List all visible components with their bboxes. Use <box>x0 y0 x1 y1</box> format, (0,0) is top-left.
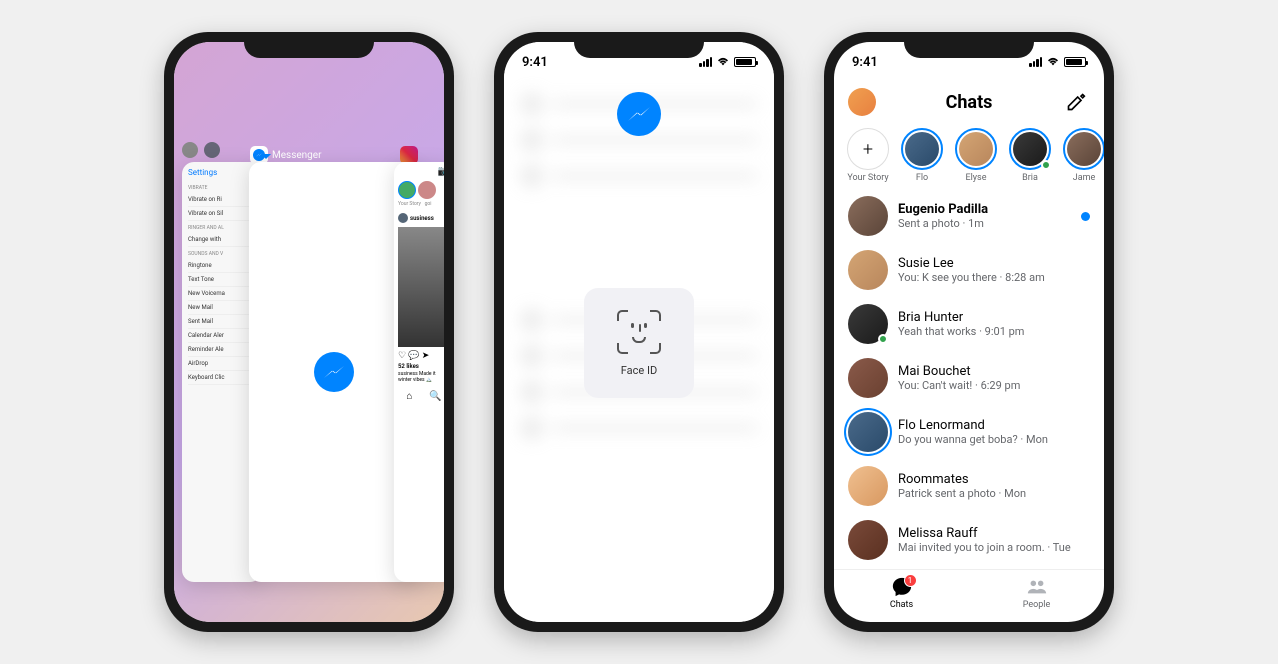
signal-icon <box>699 57 712 67</box>
app-card-instagram[interactable]: 📷 Your Story goi susiness ♡ 💬 ➤ 52 likes… <box>394 162 444 582</box>
home-icon[interactable]: ⌂ <box>406 391 412 402</box>
online-dot-icon <box>878 334 888 344</box>
instagram-post-image <box>398 227 444 347</box>
phone-faceid-lock: 9:41 Face ID <box>494 32 784 632</box>
wifi-icon <box>716 57 730 67</box>
settings-back[interactable]: Settings <box>188 168 256 177</box>
story-your-story[interactable]: + Your Story <box>846 128 890 183</box>
chat-preview: Sent a photo · 1m <box>898 217 1071 230</box>
chat-avatar <box>848 412 888 452</box>
chat-preview: Do you wanna get boba? · Mon <box>898 433 1090 446</box>
chat-name: Roommates <box>898 472 1090 487</box>
online-dot-icon <box>1041 160 1051 170</box>
story-item[interactable]: Flo <box>900 128 944 183</box>
dock-icons <box>182 142 220 158</box>
status-time: 9:41 <box>852 55 878 70</box>
chat-avatar <box>848 196 888 236</box>
battery-icon <box>734 57 756 67</box>
status-indicators <box>1029 57 1086 67</box>
unread-indicator-icon <box>1081 212 1090 221</box>
signal-icon <box>1029 57 1042 67</box>
status-indicators <box>699 57 756 67</box>
chat-name: Melissa Rauff <box>898 526 1090 541</box>
chat-name: Bria Hunter <box>898 310 1090 325</box>
chat-preview: Yeah that works · 9:01 pm <box>898 325 1090 338</box>
chat-avatar <box>848 520 888 560</box>
stories-row[interactable]: + Your Story Flo Elyse Bria Jame <box>834 122 1104 189</box>
chat-name: Susie Lee <box>898 256 1090 271</box>
camera-icon[interactable]: 📷 <box>398 166 444 177</box>
messenger-logo-icon <box>314 352 354 392</box>
chat-row[interactable]: Melissa RauffMai invited you to join a r… <box>834 513 1104 567</box>
phone-app-switcher: Messenger Settings VIBRATE Vibrate on Ri… <box>164 32 454 632</box>
search-icon[interactable]: 🔍 <box>429 391 441 402</box>
compose-icon <box>1066 92 1086 112</box>
notch <box>904 32 1034 58</box>
faceid-prompt: Face ID <box>584 288 694 398</box>
instagram-actions[interactable]: ♡ 💬 ➤ <box>398 351 444 361</box>
faceid-icon <box>617 310 661 354</box>
status-time: 9:41 <box>522 55 548 70</box>
phone-chats: 9:41 Chats + Your Story Flo Elyse Bria <box>824 32 1114 632</box>
chat-name: Flo Lenormand <box>898 418 1090 433</box>
chat-row[interactable]: Flo LenormandDo you wanna get boba? · Mo… <box>834 405 1104 459</box>
bottom-tabs: 1 Chats People <box>834 569 1104 622</box>
chat-bubble-icon: 1 <box>891 576 913 598</box>
notch <box>574 32 704 58</box>
compose-button[interactable] <box>1062 88 1090 116</box>
chat-row[interactable]: Mai BouchetYou: Can't wait! · 6:29 pm <box>834 351 1104 405</box>
faceid-label: Face ID <box>621 364 657 377</box>
wifi-icon <box>1046 57 1060 67</box>
page-title: Chats <box>946 92 993 113</box>
chat-preview: You: K see you there · 8:28 am <box>898 271 1090 284</box>
story-item[interactable]: Jame <box>1062 128 1104 183</box>
chat-preview: Mai invited you to join a room. · Tue <box>898 541 1090 554</box>
chat-avatar <box>848 466 888 506</box>
tab-people[interactable]: People <box>969 576 1104 610</box>
unread-badge: 1 <box>904 574 917 587</box>
messenger-logo-icon <box>617 92 661 136</box>
notch <box>244 32 374 58</box>
chat-row[interactable]: RoommatesPatrick sent a photo · Mon <box>834 459 1104 513</box>
story-item[interactable]: Elyse <box>954 128 998 183</box>
chat-row[interactable]: Eugenio PadillaSent a photo · 1m <box>834 189 1104 243</box>
battery-icon <box>1064 57 1086 67</box>
tab-chats[interactable]: 1 Chats <box>834 576 969 610</box>
chat-row[interactable]: Susie LeeYou: K see you there · 8:28 am <box>834 243 1104 297</box>
story-item[interactable]: Bria <box>1008 128 1052 183</box>
chat-name: Mai Bouchet <box>898 364 1090 379</box>
chat-preview: You: Can't wait! · 6:29 pm <box>898 379 1090 392</box>
plus-icon: + <box>847 128 889 170</box>
chat-row[interactable]: Bria HunterYeah that works · 9:01 pm <box>834 297 1104 351</box>
chat-avatar <box>848 304 888 344</box>
profile-avatar[interactable] <box>848 88 876 116</box>
chat-avatar <box>848 358 888 398</box>
people-icon <box>1026 576 1048 598</box>
chat-name: Eugenio Padilla <box>898 202 1071 217</box>
chat-list[interactable]: Eugenio PadillaSent a photo · 1mSusie Le… <box>834 189 1104 569</box>
chat-avatar <box>848 250 888 290</box>
chat-preview: Patrick sent a photo · Mon <box>898 487 1090 500</box>
